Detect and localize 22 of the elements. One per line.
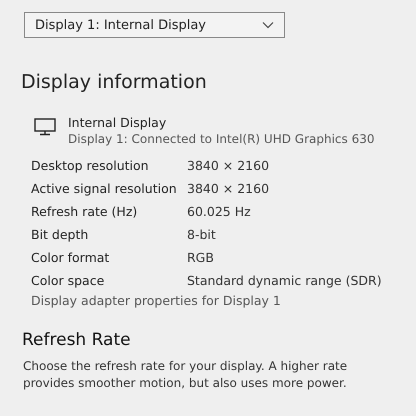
info-value: RGB	[187, 250, 214, 265]
info-label: Color format	[31, 250, 110, 265]
adapter-properties-link[interactable]: Display adapter properties for Display 1	[31, 293, 402, 308]
info-value: 3840 × 2160	[187, 158, 270, 173]
info-value: 3840 × 2160	[187, 181, 270, 196]
display-name: Internal Display	[68, 115, 168, 130]
section-heading: Refresh Rate	[22, 330, 132, 350]
info-label: Desktop resolution	[31, 158, 150, 173]
info-label: Color space	[31, 273, 106, 288]
connection-info: Display 1: Connected to Intel(R) UHD Graphics 630	[68, 132, 374, 146]
info-label: Active signal resolution	[31, 181, 178, 196]
info-value: 8-bit	[187, 227, 216, 242]
info-label: Refresh rate (Hz)	[31, 204, 138, 219]
dropdown-value: Display 1: Internal Display	[35, 18, 206, 32]
info-value: Standard dynamic range (SDR)	[187, 273, 382, 288]
monitor-icon	[34, 118, 56, 136]
display-dropdown[interactable]: Display 1: Internal Display	[24, 12, 285, 38]
info-label: Bit depth	[31, 227, 90, 242]
description-text: Choose the refresh rate for your display. A higher rate provides smoother motion, but also uses more power.	[23, 358, 348, 392]
info-value: 60.025 Hz	[187, 204, 251, 219]
chevron-icon	[262, 21, 274, 29]
section-heading: Display information	[21, 71, 208, 93]
